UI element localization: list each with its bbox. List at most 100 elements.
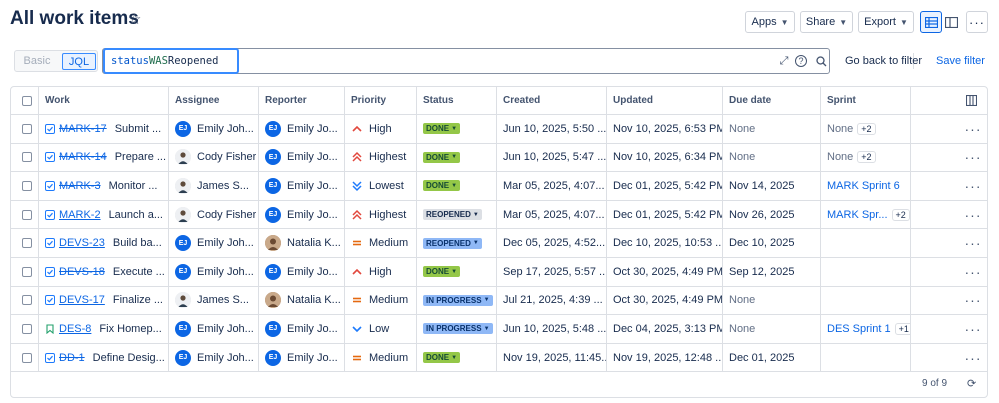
- jql-editor[interactable]: status WAS Reopened ⤢ ?: [102, 48, 914, 74]
- sprint-name[interactable]: MARK Sprint 6: [827, 180, 900, 192]
- row-checkbox[interactable]: [22, 238, 32, 249]
- status-lozenge[interactable]: IN PROGRESS ▼: [423, 323, 493, 335]
- status-lozenge[interactable]: DONE ▼: [423, 123, 461, 135]
- jql-mode-button[interactable]: JQL: [62, 53, 96, 70]
- sprint-extra-badge[interactable]: +2: [857, 151, 876, 164]
- table-row[interactable]: MARK-3 Monitor ... James S... EJ Emily Jo...…: [11, 172, 987, 201]
- sprint-cell[interactable]: [821, 343, 911, 372]
- export-button[interactable]: Export ▼: [858, 11, 914, 33]
- assignee-cell[interactable]: Cody Fisher: [169, 143, 259, 172]
- assignee-cell[interactable]: Cody Fisher: [169, 200, 259, 229]
- work-item-summary[interactable]: Execute ...: [113, 266, 165, 278]
- row-more-button[interactable]: ···: [953, 315, 987, 343]
- table-row[interactable]: DEVS-23 Build ba... EJ Emily Joh... Natalia …: [11, 229, 987, 258]
- status-lozenge[interactable]: DONE ▼: [423, 352, 461, 364]
- sprint-cell[interactable]: MARK Sprint 6: [821, 172, 911, 200]
- list-view-button[interactable]: [920, 11, 942, 33]
- assignee-cell[interactable]: EJ Emily Joh...: [169, 258, 259, 286]
- assignee-cell[interactable]: EJ Emily Joh...: [169, 315, 259, 343]
- column-header-priority[interactable]: Priority: [345, 87, 417, 114]
- table-row[interactable]: MARK-14 Prepare ... Cody Fisher EJ Emily Jo.…: [11, 143, 987, 173]
- table-row[interactable]: DEVS-17 Finalize ... James S... Natalia K..…: [11, 286, 987, 316]
- jql-query-input[interactable]: status WAS Reopened: [103, 48, 239, 74]
- row-checkbox[interactable]: [22, 352, 32, 363]
- sprint-cell[interactable]: DES Sprint 1 +1: [821, 315, 911, 343]
- sprint-cell[interactable]: [821, 258, 911, 286]
- assignee-cell[interactable]: James S...: [169, 172, 259, 200]
- sprint-extra-badge[interactable]: +2: [857, 122, 876, 135]
- work-item-summary[interactable]: Build ba...: [113, 237, 162, 249]
- due-date-cell[interactable]: Sep 12, 2025: [723, 258, 821, 286]
- work-item-key[interactable]: MARK-14: [59, 151, 107, 163]
- column-header-work[interactable]: Work: [39, 87, 169, 114]
- work-item-key[interactable]: MARK-17: [59, 123, 107, 135]
- column-header-updated[interactable]: Updated: [607, 87, 723, 114]
- go-back-to-filter-link[interactable]: Go back to filter: [845, 55, 922, 67]
- reporter-cell[interactable]: Natalia K...: [259, 286, 345, 315]
- row-more-button[interactable]: ···: [953, 172, 987, 200]
- column-header-assignee[interactable]: Assignee: [169, 87, 259, 114]
- refresh-icon[interactable]: ⟳: [967, 377, 976, 390]
- reporter-cell[interactable]: EJ Emily Jo...: [259, 343, 345, 372]
- reporter-cell[interactable]: EJ Emily Jo...: [259, 200, 345, 229]
- row-more-button[interactable]: ···: [953, 344, 987, 372]
- table-row[interactable]: MARK-2 Launch a... Cody Fisher EJ Emily Jo..…: [11, 200, 987, 230]
- work-item-summary[interactable]: Fix Homep...: [99, 323, 161, 335]
- detail-view-button[interactable]: [940, 11, 962, 33]
- star-icon[interactable]: ☆: [128, 12, 144, 28]
- table-row[interactable]: DEVS-18 Execute ... EJ Emily Joh... EJ Emily …: [11, 258, 987, 287]
- work-item-summary[interactable]: Prepare ...: [115, 151, 166, 163]
- search-icon[interactable]: [814, 54, 828, 68]
- column-header-due-date[interactable]: Due date: [723, 87, 821, 114]
- work-item-key[interactable]: DEVS-17: [59, 294, 105, 306]
- sprint-extra-badge[interactable]: +2: [891, 208, 910, 221]
- row-more-button[interactable]: ···: [953, 229, 987, 257]
- reporter-cell[interactable]: EJ Emily Jo...: [259, 172, 345, 200]
- row-more-button[interactable]: ···: [953, 201, 987, 229]
- table-row[interactable]: MARK-17 Submit ... EJ Emily Joh... EJ Emily J…: [11, 115, 987, 144]
- priority-cell[interactable]: Medium: [345, 229, 417, 257]
- column-header-reporter[interactable]: Reporter: [259, 87, 345, 114]
- row-more-button[interactable]: ···: [953, 287, 987, 315]
- assignee-cell[interactable]: EJ Emily Joh...: [169, 229, 259, 257]
- priority-cell[interactable]: Highest: [345, 200, 417, 229]
- row-more-button[interactable]: ···: [953, 144, 987, 172]
- work-item-key[interactable]: DEVS-23: [59, 237, 105, 249]
- due-date-cell[interactable]: None: [723, 286, 821, 315]
- priority-cell[interactable]: High: [345, 258, 417, 286]
- work-item-key[interactable]: MARK-2: [59, 209, 101, 221]
- priority-cell[interactable]: Lowest: [345, 172, 417, 200]
- work-item-summary[interactable]: Launch a...: [109, 209, 163, 221]
- basic-mode-button[interactable]: Basic: [15, 55, 59, 67]
- sprint-cell[interactable]: [821, 286, 911, 315]
- row-checkbox[interactable]: [22, 180, 32, 191]
- save-filter-link[interactable]: Save filter: [936, 55, 985, 67]
- assignee-cell[interactable]: EJ Emily Joh...: [169, 343, 259, 372]
- sprint-name[interactable]: DES Sprint 1: [827, 323, 891, 335]
- status-lozenge[interactable]: REOPENED ▼: [423, 237, 482, 249]
- due-date-cell[interactable]: Nov 26, 2025: [723, 200, 821, 229]
- sprint-cell[interactable]: None +2: [821, 115, 911, 143]
- work-item-key[interactable]: DES-8: [59, 323, 91, 335]
- work-item-summary[interactable]: Monitor ...: [109, 180, 158, 192]
- column-header-created[interactable]: Created: [497, 87, 607, 114]
- share-button[interactable]: Share ▼: [800, 11, 853, 33]
- table-row[interactable]: DD-1 Define Desig... EJ Emily Joh... EJ Emily…: [11, 343, 987, 373]
- due-date-cell[interactable]: Dec 01, 2025: [723, 343, 821, 372]
- status-lozenge[interactable]: DONE ▼: [423, 180, 461, 192]
- reporter-cell[interactable]: EJ Emily Jo...: [259, 258, 345, 286]
- priority-cell[interactable]: Medium: [345, 343, 417, 372]
- column-header-status[interactable]: Status: [417, 87, 497, 114]
- row-checkbox[interactable]: [22, 323, 32, 334]
- due-date-cell[interactable]: Dec 10, 2025: [723, 229, 821, 257]
- due-date-cell[interactable]: None: [723, 143, 821, 172]
- due-date-cell[interactable]: None: [723, 115, 821, 143]
- due-date-cell[interactable]: Nov 14, 2025: [723, 172, 821, 200]
- reporter-cell[interactable]: EJ Emily Jo...: [259, 143, 345, 172]
- sprint-cell[interactable]: None +2: [821, 143, 911, 172]
- column-settings-icon[interactable]: [966, 95, 977, 106]
- reporter-cell[interactable]: Natalia K...: [259, 229, 345, 257]
- work-item-key[interactable]: DD-1: [59, 352, 85, 364]
- expand-icon[interactable]: ⤢: [777, 54, 791, 68]
- status-lozenge[interactable]: DONE ▼: [423, 266, 461, 278]
